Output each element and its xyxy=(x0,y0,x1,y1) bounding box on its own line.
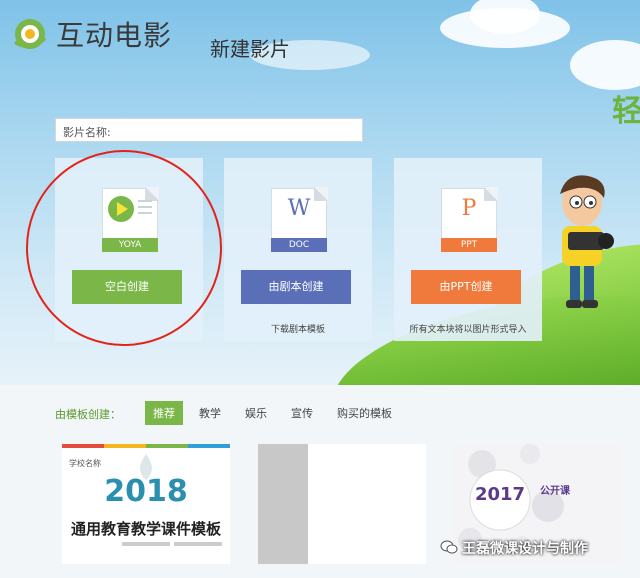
download-script-template-link[interactable]: 下载剧本模板 xyxy=(224,322,372,335)
file-type-label: DOC xyxy=(271,238,327,252)
page-title: 新建影片 xyxy=(210,37,290,61)
template-school-name: 学校名称 xyxy=(69,459,101,468)
template-year: 2017 xyxy=(474,484,526,505)
create-from-ppt-card: P PPT 由PPT创建 所有文本块将以图片形式导入 xyxy=(394,158,542,341)
tab-entertainment[interactable]: 娱乐 xyxy=(237,401,275,425)
highlight-circle xyxy=(26,150,222,346)
tab-purchased-templates[interactable]: 购买的模板 xyxy=(329,401,400,425)
create-from-script-card: W DOC 由剧本创建 下载剧本模板 xyxy=(224,158,372,341)
doc-letter: W xyxy=(287,196,311,221)
app-name: 互动电影 xyxy=(56,19,173,52)
ppt-letter: P xyxy=(461,196,477,221)
ppt-import-note: 所有文本块将以图片形式导入 xyxy=(409,325,527,335)
doc-file-icon: W DOC xyxy=(271,187,328,252)
create-from-ppt-button[interactable]: 由PPT创建 xyxy=(411,270,521,304)
template-title: 通用教育教学课件模板 xyxy=(70,520,221,538)
app-logo: 互动电影 xyxy=(12,14,172,54)
movie-name-label: 影片名称: xyxy=(63,126,111,139)
tab-promotion[interactable]: 宣传 xyxy=(283,401,321,425)
movie-name-field[interactable]: 影片名称: xyxy=(55,118,363,142)
template-thumbnail[interactable]: 学校名称 2018 通用教育教学课件模板 xyxy=(62,444,230,564)
template-year: 2018 xyxy=(104,474,188,509)
template-thumbnail[interactable] xyxy=(258,444,426,564)
wechat-icon xyxy=(440,540,458,554)
tab-recommended[interactable]: 推荐 xyxy=(145,401,183,425)
color-strip xyxy=(62,444,230,448)
film-reel-icon xyxy=(13,19,47,49)
template-section-label: 由模板创建： xyxy=(55,408,121,421)
tab-teaching[interactable]: 教学 xyxy=(191,401,229,425)
watermark-text: 王磊微课设计与制作 xyxy=(462,541,588,557)
template-tag: 公开课 xyxy=(540,486,570,497)
template-tabs: 推荐 教学 娱乐 宣传 购买的模板 xyxy=(145,401,408,425)
file-type-label: PPT xyxy=(441,238,497,252)
create-from-script-button[interactable]: 由剧本创建 xyxy=(241,270,351,304)
cloud-decoration xyxy=(570,40,640,90)
slogan-text: 轻 xyxy=(612,94,640,129)
cartoon-cameraman-illustration xyxy=(560,175,614,308)
ppt-file-icon: P PPT xyxy=(441,187,498,252)
